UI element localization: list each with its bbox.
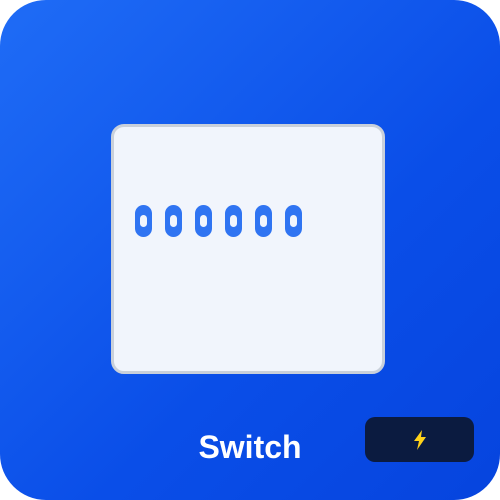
lightning-bolt-icon [413,429,426,450]
port-icon [225,205,242,237]
port-icon [195,205,212,237]
port-icon [135,205,152,237]
app-label: Switch [198,429,302,465]
port-icon [285,205,302,237]
switch-device-panel [111,124,385,374]
power-badge [365,417,474,462]
port-row [135,205,302,237]
port-icon [255,205,272,237]
switch-app-tile[interactable]: Switch [0,0,500,500]
port-icon [165,205,182,237]
